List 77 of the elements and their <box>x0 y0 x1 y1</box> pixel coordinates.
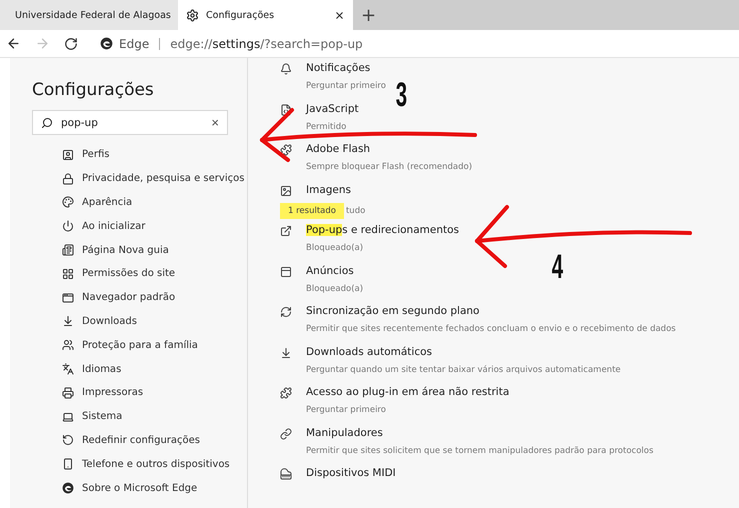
result-tooltip: 1 resultado <box>280 202 344 219</box>
permission-title[interactable]: JavaScript <box>306 102 359 115</box>
power-icon <box>62 220 74 232</box>
language-icon <box>62 363 74 376</box>
download-icon <box>62 315 74 328</box>
external-link-icon <box>280 225 292 238</box>
search-icon <box>41 116 53 128</box>
annotation-number: 3 <box>396 78 408 112</box>
permission-status: Permitir que sites solicitem que se tornem manipuladores padrão para protocolos <box>306 446 654 456</box>
refresh-button[interactable] <box>64 36 78 50</box>
settings-icon <box>186 8 199 22</box>
reset-icon <box>62 434 74 446</box>
annotation-number: 4 <box>552 250 564 284</box>
sidebar-item[interactable]: Telefone e outros dispositivos <box>32 452 247 476</box>
close-icon[interactable] <box>334 10 345 20</box>
permission-status: tudo <box>346 206 366 216</box>
permission-title[interactable]: Acesso ao plug-in em área não restrita <box>306 386 510 398</box>
printer-icon <box>62 386 74 399</box>
puzzle-icon <box>280 387 292 400</box>
permission-title[interactable]: Adobe Flash <box>306 143 472 156</box>
sidebar-item[interactable]: Permissões do site <box>32 262 247 286</box>
permission-title[interactable]: Notificações <box>306 62 386 74</box>
permission-status: Perguntar quando um site tentar baixar vários arquivos automaticamente <box>306 364 621 375</box>
sidebar-item[interactable]: Aparência <box>32 190 247 214</box>
sidebar-item[interactable]: Ao inicializar <box>32 214 247 238</box>
sidebar-item[interactable]: Proteção para a família <box>32 333 247 358</box>
puzzle-icon <box>280 144 292 156</box>
window-icon <box>62 292 74 304</box>
permission-title[interactable]: Pop-ups e redirecionamentos <box>306 224 459 236</box>
edge-logo-icon <box>62 482 74 494</box>
sidebar-item[interactable]: Sistema <box>32 404 247 429</box>
family-icon <box>62 339 74 352</box>
permission-title[interactable]: Anúncios <box>306 264 364 277</box>
browser-tab[interactable]: Universidade Federal de Alagoas <box>0 0 178 30</box>
grid-icon <box>62 268 74 280</box>
permission-status: Perguntar primeiro <box>306 81 386 91</box>
lock-icon <box>62 172 74 185</box>
sidebar-item[interactable]: Perfis <box>32 143 247 167</box>
sidebar-item[interactable]: Sobre o Microsoft Edge <box>32 476 247 500</box>
link-icon <box>280 428 292 440</box>
sidebar-item[interactable]: Página Nova guia <box>32 238 247 262</box>
sync-icon <box>280 306 292 318</box>
sidebar-item[interactable]: Downloads <box>32 310 247 334</box>
sidebar-item[interactable]: Redefinir configurações <box>32 428 247 452</box>
panel-icon <box>280 266 292 278</box>
permission-title[interactable]: Downloads automáticos <box>306 346 621 358</box>
search-field[interactable]: pop-up × <box>32 110 228 135</box>
permission-title[interactable]: Manipuladores <box>306 426 654 439</box>
sidebar-item[interactable]: Idiomas <box>32 357 247 381</box>
sidebar-item[interactable]: Privacidade, pesquisa e serviços <box>32 166 247 191</box>
sidebar-item[interactable]: Impressoras <box>32 380 247 405</box>
sidebar-title: Configurações <box>32 80 155 100</box>
profile-icon <box>62 148 74 161</box>
browser-tab[interactable]: Configurações <box>178 0 353 30</box>
permission-status: Bloqueado(a) <box>306 284 364 294</box>
code-file-icon <box>280 104 292 116</box>
new-tab-button[interactable]: + <box>353 0 384 30</box>
download-icon <box>280 346 292 359</box>
permission-status: Bloqueado(a) <box>306 243 364 254</box>
permission-status: Sempre bloquear Flash (recomendado) <box>306 162 472 172</box>
clear-button[interactable]: × <box>211 115 219 130</box>
permission-status: Perguntar primeiro <box>306 405 386 416</box>
image-icon <box>280 184 292 197</box>
edge-logo-icon <box>100 37 113 50</box>
keyboard-icon <box>280 468 292 480</box>
laptop-icon <box>62 410 74 423</box>
permission-title[interactable]: Imagens <box>306 184 366 196</box>
permission-status: Permitir que sites recentemente fechados concluam o envio e o recebimento de dados <box>306 324 676 334</box>
phone-icon <box>62 458 74 470</box>
back-button[interactable] <box>6 36 21 51</box>
palette-icon <box>62 196 74 208</box>
permission-title[interactable]: Dispositivos MIDI <box>306 467 396 480</box>
permission-title[interactable]: Sincronização em segundo plano <box>306 305 676 318</box>
permission-status: Permitido <box>306 122 346 132</box>
newspaper-icon <box>62 244 74 256</box>
sidebar-item[interactable]: Navegador padrão <box>32 286 247 310</box>
bell-icon <box>280 63 292 75</box>
